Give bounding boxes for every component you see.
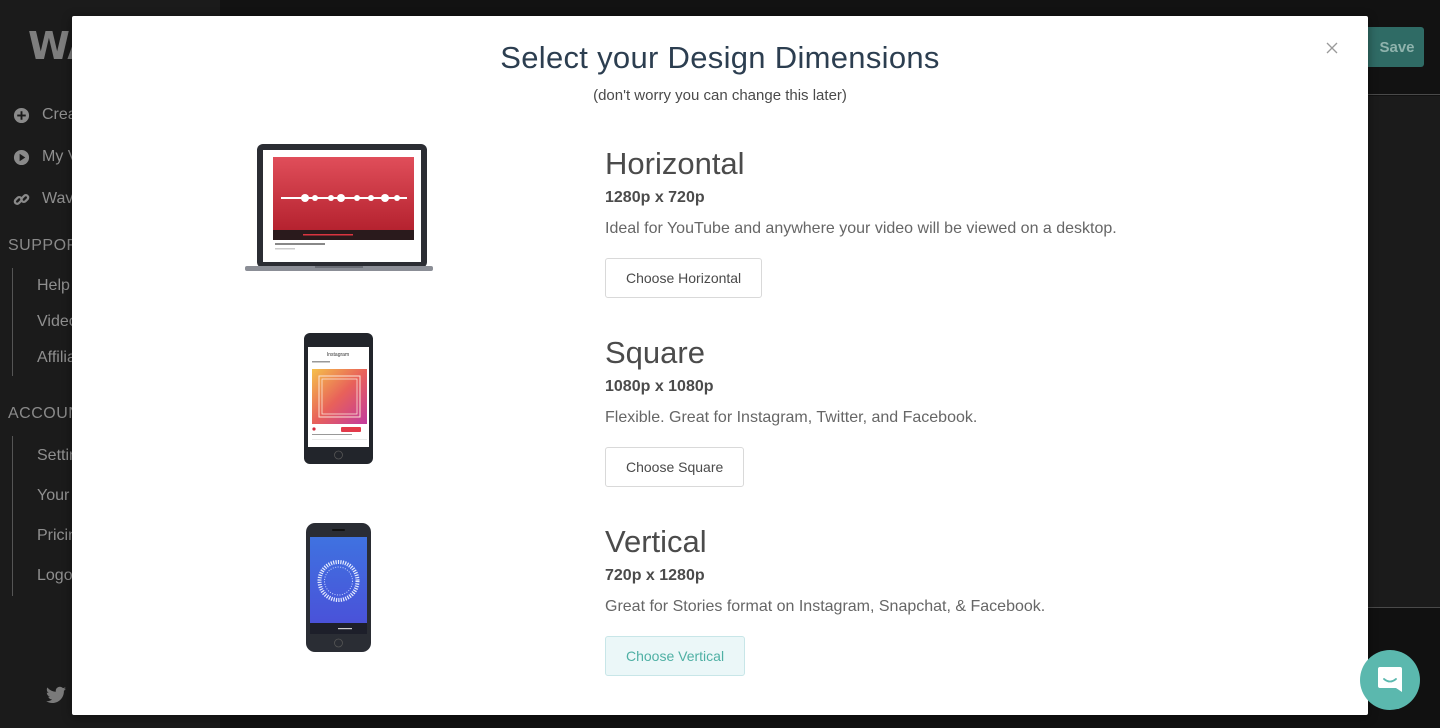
option-horizontal: Horizontal 1280p x 720p Ideal for YouTub… [72,144,1368,326]
chat-launcher-button[interactable] [1360,650,1420,710]
design-dimensions-modal: Select your Design Dimensions (don't wor… [72,16,1368,715]
section-title-account: ACCOUN [8,405,81,422]
choose-vertical-button[interactable]: Choose Vertical [605,636,746,676]
sidebar-item-create[interactable]: Crea [12,106,77,124]
option-info: Square 1080p x 1080p Flexible. Great for… [605,335,977,487]
instagram-caption: Instagram [327,352,349,358]
sidebar-item-logout[interactable]: Logo [37,567,73,585]
option-name: Square [605,335,705,370]
option-description: Ideal for YouTube and anywhere your vide… [605,220,1117,237]
option-description: Great for Stories format on Instagram, S… [605,598,1046,615]
modal-subtitle: (don't worry you can change this later) [593,87,847,104]
sidebar-item-wave-links[interactable]: Wav [12,190,73,208]
sidebar-item-pricing[interactable]: Pricin [37,527,77,545]
choose-horizontal-button[interactable]: Choose Horizontal [605,258,763,298]
option-resolution: 1080p x 1080p [605,378,714,395]
play-circle-icon [12,148,30,166]
option-resolution: 1280p x 720p [605,189,705,206]
sidebar-item-affiliate[interactable]: Affilia [37,349,76,367]
laptop-preview [245,144,433,279]
support-subnav: Help Video Affilia [12,268,78,376]
sidebar-item-help[interactable]: Help [37,277,70,295]
option-info: Horizontal 1280p x 720p Ideal for YouTub… [605,146,1117,298]
option-square: Instagram Square 1080p x 1080p Flexible.… [72,333,1368,515]
phone-stories-preview [306,523,372,658]
sidebar-item-your-account[interactable]: Your [37,487,69,505]
twitter-icon[interactable] [46,686,66,706]
chat-icon [1378,667,1402,692]
phone-instagram-preview: Instagram [304,333,374,470]
choose-square-button[interactable]: Choose Square [605,447,745,487]
link-icon [12,190,30,208]
sidebar-item-label: Wav [42,190,74,207]
modal-title: Select your Design Dimensions [500,40,940,75]
option-info: Vertical 720p x 1280p Great for Stories … [605,524,1045,676]
account-subnav: Settin Your Pricin Logo [12,436,78,596]
option-name: Horizontal [605,146,745,181]
option-resolution: 720p x 1280p [605,567,705,584]
option-vertical: Vertical 720p x 1280p Great for Stories … [72,523,1368,704]
option-name: Vertical [605,524,707,559]
plus-circle-icon [12,106,30,124]
option-description: Flexible. Great for Instagram, Twitter, … [605,409,978,426]
sidebar-item-my-videos[interactable]: My V [12,148,78,166]
